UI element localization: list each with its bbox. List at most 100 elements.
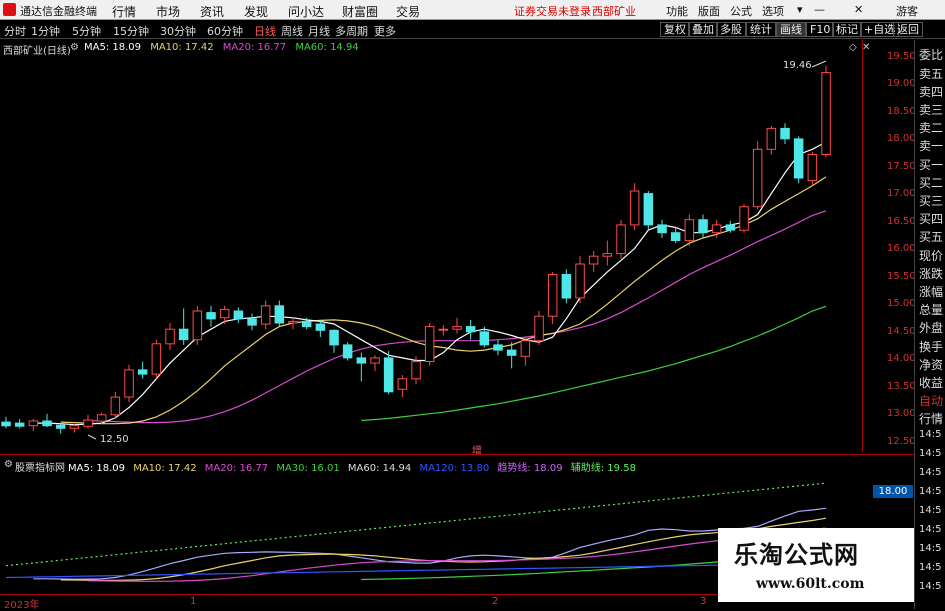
candle-down <box>465 326 476 333</box>
price-tick: 15.50 <box>887 271 916 282</box>
close-icon[interactable]: ✕ <box>854 3 863 16</box>
sub-ma120-legend: MA120: 13.80 <box>419 463 490 474</box>
minimize-icon[interactable]: — <box>814 3 825 16</box>
menu-options[interactable]: 选项 <box>762 3 784 19</box>
panel-divider <box>0 454 914 455</box>
more-icon[interactable]: ▾ <box>797 3 803 16</box>
collapse-icon[interactable]: ◇ <box>849 42 857 53</box>
period-monthly[interactable]: 月线 <box>308 23 330 39</box>
candlestick-chart[interactable] <box>0 40 862 452</box>
period-daily[interactable]: 日线 <box>254 23 276 39</box>
candle-up <box>397 378 408 390</box>
high-price-label: 19.46 <box>783 60 812 71</box>
candle-up <box>69 425 80 429</box>
menu-discover[interactable]: 发现 <box>244 3 268 20</box>
sub-ma30-legend: MA30: 16.01 <box>276 463 340 474</box>
ma60-legend: MA60: 14.94 <box>295 42 359 53</box>
menu-wealth[interactable]: 财富圈 <box>342 3 378 20</box>
candle-up <box>602 253 613 257</box>
candle-down <box>315 323 326 331</box>
candle-down <box>657 224 667 234</box>
candle-down <box>493 344 503 351</box>
candle-up <box>588 255 599 265</box>
period-60min[interactable]: 60分钟 <box>207 23 243 39</box>
side-label: 买一 <box>919 158 944 172</box>
candle-up <box>192 310 203 341</box>
f10-button[interactable]: F10 <box>806 22 835 37</box>
multi-stock-button[interactable]: 多股 <box>716 22 746 37</box>
menu-function[interactable]: 功能 <box>666 3 688 19</box>
candle-down <box>780 127 790 140</box>
settings-gear-icon[interactable]: ⚙ <box>70 42 79 53</box>
candle-up <box>547 274 558 317</box>
login-status[interactable]: 证券交易未登录 <box>514 3 591 19</box>
price-tick: 19.50 <box>887 51 916 62</box>
statistics-button[interactable]: 统计 <box>746 22 776 37</box>
candle-down <box>725 224 736 231</box>
period-multi[interactable]: 多周期 <box>335 23 368 39</box>
candle-up <box>629 190 640 226</box>
ma10-line <box>60 176 827 425</box>
overlay-button[interactable]: 叠加 <box>688 22 718 37</box>
draw-line-button[interactable]: 画线 <box>776 22 806 37</box>
auto-label[interactable]: 自动 <box>919 392 943 409</box>
indicator-gear-icon[interactable]: ⚙ <box>4 459 13 470</box>
price-tick: 18.00 <box>887 133 916 144</box>
period-intraday[interactable]: 分时 <box>4 23 26 39</box>
side-label: 现价 <box>919 249 944 263</box>
price-tick: 13.50 <box>887 381 916 392</box>
candle-down <box>1 421 11 427</box>
candle-up <box>739 206 749 231</box>
menu-quotes[interactable]: 行情 <box>112 3 136 20</box>
menu-formula[interactable]: 公式 <box>730 3 752 19</box>
candle-down <box>356 357 367 364</box>
tick-time: 14:5 <box>919 562 942 573</box>
ma10-legend: MA10: 17.42 <box>150 42 214 53</box>
quote-side-panel: 委比 卖五 卖四 卖三 卖二 卖一 买一 买二 买三 买四 买五 现价 涨跌 涨… <box>914 40 945 609</box>
stock-name-label: 西部矿业(日线) <box>3 46 71 57</box>
candle-up <box>96 414 107 422</box>
tick-time: 14:5 <box>919 486 942 497</box>
period-1min[interactable]: 1分钟 <box>31 23 60 39</box>
candle-up <box>684 219 695 242</box>
mark-button[interactable]: 标记 <box>832 22 862 37</box>
tick-time: 14:5 <box>919 581 942 592</box>
period-30min[interactable]: 30分钟 <box>160 23 196 39</box>
candle-down <box>329 329 339 346</box>
candle-down <box>506 349 517 356</box>
tick-time: 14:5 <box>919 429 942 440</box>
x-axis-month: 3 <box>700 596 707 607</box>
aux-line <box>5 482 827 567</box>
candle-down <box>342 344 353 359</box>
ma5-legend: MA5: 18.09 <box>84 42 142 53</box>
candle-up <box>575 263 585 299</box>
tick-time: 14:5 <box>919 505 942 516</box>
candle-down <box>233 310 244 320</box>
candle-down <box>55 424 66 429</box>
menu-layout[interactable]: 版面 <box>698 3 720 19</box>
side-label: 收益 <box>919 376 944 390</box>
side-label: 卖四 <box>919 85 944 99</box>
ma20-legend: MA20: 16.77 <box>222 42 287 53</box>
period-more[interactable]: 更多 <box>374 23 396 39</box>
candle-up <box>110 396 121 416</box>
sub-trend-legend: 趋势线: 18.09 <box>497 463 563 474</box>
guest-user[interactable]: 游客 <box>896 3 918 19</box>
period-weekly[interactable]: 周线 <box>281 23 303 39</box>
candle-up <box>438 328 449 331</box>
price-tick: 18.50 <box>887 106 916 117</box>
indicator-legend: MA5: 18.09 MA10: 17.42 MA20: 16.77 MA30:… <box>68 459 636 474</box>
menu-news[interactable]: 资讯 <box>200 3 224 20</box>
menu-trade[interactable]: 交易 <box>396 3 420 20</box>
back-button[interactable]: 返回 <box>893 22 923 37</box>
period-15min[interactable]: 15分钟 <box>113 23 149 39</box>
menu-market[interactable]: 市场 <box>156 3 180 20</box>
adjust-button[interactable]: 复权 <box>660 22 690 37</box>
menu-xiaoda[interactable]: 问小达 <box>288 3 324 20</box>
price-tick: 14.00 <box>887 353 916 364</box>
period-5min[interactable]: 5分钟 <box>72 23 101 39</box>
candle-up <box>616 224 626 255</box>
sub-ma20-line <box>87 527 827 582</box>
side-label: 买三 <box>919 194 944 208</box>
candle-up <box>711 224 722 234</box>
